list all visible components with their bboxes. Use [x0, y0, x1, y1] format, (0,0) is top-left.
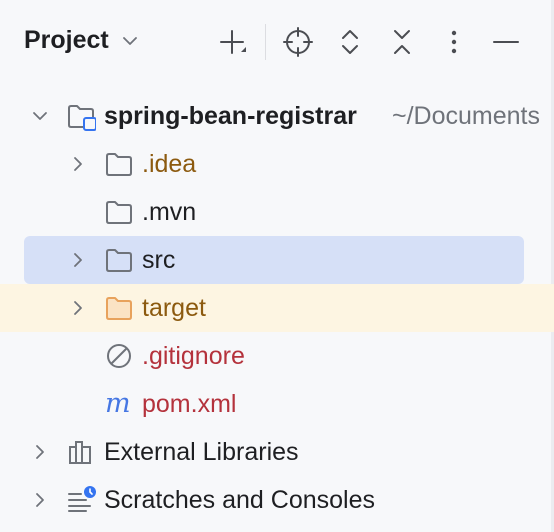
- options-menu-button[interactable]: [436, 24, 472, 60]
- crosshair-icon: [283, 27, 313, 57]
- expand-all-button[interactable]: [332, 24, 368, 60]
- folder-icon: [106, 153, 132, 176]
- tree-node-gitignore[interactable]: .gitignore: [0, 332, 554, 380]
- tree-node-label: .mvn: [142, 198, 197, 226]
- panel-title: Project: [24, 26, 109, 54]
- module-folder-icon: [68, 105, 96, 131]
- collapse-all-button[interactable]: [384, 24, 420, 60]
- hide-panel-button[interactable]: [488, 24, 524, 60]
- tree-node-label: External Libraries: [104, 438, 299, 466]
- new-element-button[interactable]: [214, 24, 250, 60]
- excluded-folder-icon: [106, 297, 132, 320]
- project-name: spring-bean-registrar: [104, 102, 357, 130]
- tree-node-external-libraries[interactable]: External Libraries: [0, 428, 554, 476]
- tree-node-target[interactable]: target: [0, 284, 554, 332]
- plus-icon: [220, 30, 246, 54]
- minimize-icon: [493, 41, 519, 43]
- chevron-down-icon[interactable]: [29, 105, 51, 127]
- collapse-all-icon: [394, 30, 410, 54]
- tree-node-label: .gitignore: [142, 342, 245, 370]
- svg-text:m: m: [105, 389, 131, 419]
- tree-node-label: pom.xml: [142, 390, 237, 418]
- chevron-right-icon[interactable]: [67, 249, 89, 271]
- selection-highlight: [24, 236, 524, 284]
- project-tool-window: Project spring-bean-registrar ~/Document…: [0, 0, 554, 532]
- tree-node-project-root[interactable]: spring-bean-registrar ~/Documents: [0, 92, 554, 140]
- chevron-right-icon[interactable]: [29, 489, 51, 511]
- tree-node-idea[interactable]: .idea: [0, 140, 554, 188]
- ignore-file-icon: [107, 344, 131, 368]
- view-selector[interactable]: Project: [24, 26, 141, 55]
- chevron-right-icon[interactable]: [29, 441, 51, 463]
- select-opened-file-button[interactable]: [280, 24, 316, 60]
- project-path: ~/Documents: [392, 102, 540, 130]
- tree-node-label: .idea: [142, 150, 197, 178]
- tree-node-mvn[interactable]: .mvn: [0, 188, 554, 236]
- chevron-down-icon: [122, 36, 137, 45]
- tree-node-pom[interactable]: m pom.xml: [0, 380, 554, 428]
- tool-window-header: Project: [0, 0, 554, 86]
- tree-node-label: target: [142, 294, 206, 322]
- tree-node-scratches[interactable]: Scratches and Consoles: [0, 476, 554, 524]
- library-icon: [69, 441, 91, 464]
- maven-icon: m: [105, 389, 131, 419]
- chevron-right-icon[interactable]: [67, 153, 89, 175]
- more-vertical-icon: [451, 30, 457, 54]
- folder-icon: [106, 201, 132, 224]
- toolbar-separator: [265, 24, 266, 60]
- scratches-icon: [68, 486, 96, 512]
- tree-node-label: Scratches and Consoles: [104, 486, 375, 514]
- tree-node-src[interactable]: src: [0, 236, 554, 284]
- tree-node-label: src: [142, 246, 176, 274]
- expand-all-icon: [342, 30, 358, 54]
- folder-icon: [106, 249, 132, 272]
- chevron-right-icon[interactable]: [67, 297, 89, 319]
